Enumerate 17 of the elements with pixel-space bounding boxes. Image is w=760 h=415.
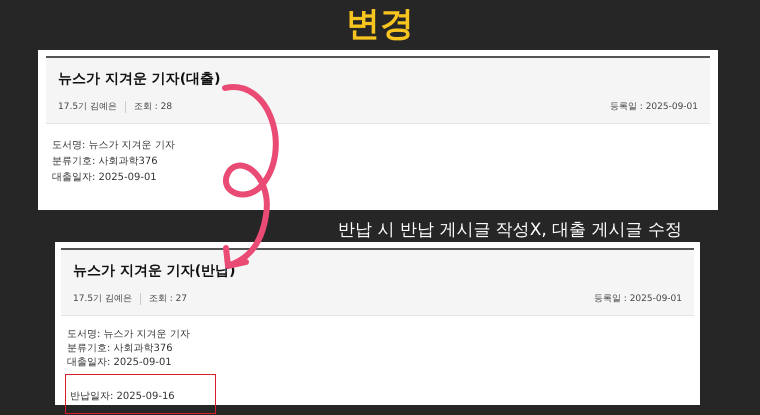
post-title: 뉴스가 지겨운 기자(반납) [73,262,237,280]
body-line: 분류기호: 사회과학376 [67,342,173,356]
body-line: 도서명: 뉴스가 지겨운 기자 [67,328,190,342]
author: 17.5기 김예은 [58,101,117,113]
body-line: 대출일자: 2025-09-01 [67,356,172,370]
slide-title: 변경 [345,3,415,46]
post-date: 등록일 : 2025-09-01 [610,101,698,113]
body-line: 반납일자: 2025-09-16 [70,391,175,402]
caption: 반납 시 반납 게시글 작성X, 대출 게시글 수정 [338,219,682,242]
body-line: 대출일자: 2025-09-01 [52,171,157,185]
view-count: 조회 : 28 [134,101,172,113]
post-title: 뉴스가 지겨운 기자(대출) [58,70,222,88]
post-date: 등록일 : 2025-09-01 [594,293,682,305]
body-line: 도서명: 뉴스가 지겨운 기자 [52,139,175,153]
body-line: 분류기호: 사회과학376 [52,155,158,169]
view-count: 조회 : 27 [148,293,188,305]
author: 17.5기 김예은 [73,293,132,305]
